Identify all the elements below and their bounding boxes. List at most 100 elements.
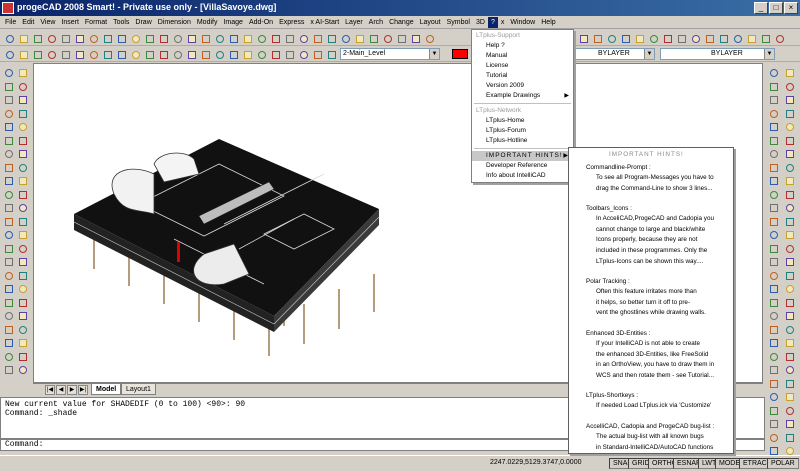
tool-icon[interactable] (17, 189, 29, 201)
tool-icon[interactable] (17, 81, 29, 93)
menu-x-ai-start[interactable]: x AI-Start (307, 17, 342, 28)
tool-icon[interactable] (784, 270, 796, 282)
tool-icon[interactable] (784, 108, 796, 120)
last-tab-button[interactable]: ▶| (78, 385, 88, 395)
layer-combo[interactable]: 2-Main_Level ▼ (340, 48, 440, 60)
tool-icon[interactable] (784, 135, 796, 147)
tool-icon[interactable] (784, 337, 796, 349)
tool-icon[interactable] (675, 32, 687, 44)
close-button[interactable]: × (784, 2, 798, 14)
tool-icon[interactable] (17, 364, 29, 376)
tool-icon[interactable] (577, 32, 589, 44)
tool-icon[interactable] (269, 32, 281, 44)
menu-item-example-drawings[interactable]: Example Drawings ▶ (472, 91, 573, 101)
tool-icon[interactable] (768, 229, 780, 241)
tool-icon[interactable] (17, 67, 29, 79)
tool-icon[interactable] (199, 32, 211, 44)
tool-icon[interactable] (768, 283, 780, 295)
tool-icon[interactable] (619, 32, 631, 44)
hint-heading[interactable]: Toolbars_Icons : (569, 205, 733, 213)
tool-icon[interactable] (325, 48, 337, 60)
menu-tools[interactable]: Tools (110, 17, 132, 28)
tool-icon[interactable] (731, 32, 743, 44)
tool-icon[interactable] (784, 324, 796, 336)
tool-icon[interactable] (17, 48, 29, 60)
menu-item-license[interactable]: License (472, 61, 573, 71)
tool-icon[interactable] (768, 351, 780, 363)
tool-icon[interactable] (17, 351, 29, 363)
tool-icon[interactable] (17, 202, 29, 214)
tool-icon[interactable] (17, 270, 29, 282)
menu-insert[interactable]: Insert (58, 17, 82, 28)
tool-icon[interactable] (3, 297, 15, 309)
tool-icon[interactable] (3, 175, 15, 187)
tool-icon[interactable] (283, 48, 295, 60)
tool-icon[interactable] (784, 351, 796, 363)
menu-item-developer-reference[interactable]: Developer Reference (472, 161, 573, 171)
next-tab-button[interactable]: ▶ (67, 385, 77, 395)
tool-icon[interactable] (768, 243, 780, 255)
menu-x[interactable]: x (498, 17, 508, 28)
tool-icon[interactable] (45, 48, 57, 60)
tool-icon[interactable] (768, 297, 780, 309)
tool-icon[interactable] (101, 32, 113, 44)
tool-icon[interactable] (784, 81, 796, 93)
hint-heading[interactable]: Enhanced 3D-Entities : (569, 330, 733, 338)
tool-icon[interactable] (3, 243, 15, 255)
tool-icon[interactable] (689, 32, 701, 44)
tool-icon[interactable] (227, 48, 239, 60)
tool-icon[interactable] (745, 32, 757, 44)
tool-icon[interactable] (768, 94, 780, 106)
tool-icon[interactable] (3, 270, 15, 282)
menu-file[interactable]: File (2, 17, 19, 28)
lineweight-combo[interactable]: BYLAYER ▼ (660, 48, 775, 60)
tool-icon[interactable] (59, 48, 71, 60)
tool-icon[interactable] (199, 48, 211, 60)
tool-icon[interactable] (213, 48, 225, 60)
tool-icon[interactable] (87, 48, 99, 60)
tool-icon[interactable] (87, 32, 99, 44)
status-toggle-polar[interactable]: POLAR (767, 458, 799, 469)
tool-icon[interactable] (269, 48, 281, 60)
tool-icon[interactable] (3, 202, 15, 214)
tool-icon[interactable] (157, 48, 169, 60)
tool-icon[interactable] (241, 32, 253, 44)
tool-icon[interactable] (17, 310, 29, 322)
tool-icon[interactable] (129, 48, 141, 60)
tab-layout1[interactable]: Layout1 (121, 384, 156, 395)
menu-window[interactable]: Window (507, 17, 538, 28)
tool-icon[interactable] (17, 32, 29, 44)
tool-icon[interactable] (31, 32, 43, 44)
tool-icon[interactable] (101, 48, 113, 60)
tool-icon[interactable] (784, 405, 796, 417)
tool-icon[interactable] (17, 121, 29, 133)
tool-icon[interactable] (3, 121, 15, 133)
tool-icon[interactable] (353, 32, 365, 44)
tool-icon[interactable] (784, 283, 796, 295)
tool-icon[interactable] (3, 216, 15, 228)
tool-icon[interactable] (3, 324, 15, 336)
tool-icon[interactable] (768, 135, 780, 147)
tool-icon[interactable] (325, 32, 337, 44)
menu-3d[interactable]: 3D (473, 17, 488, 28)
menu-view[interactable]: View (37, 17, 58, 28)
tool-icon[interactable] (409, 32, 421, 44)
tool-icon[interactable] (59, 32, 71, 44)
tool-icon[interactable] (784, 432, 796, 444)
tool-icon[interactable] (171, 32, 183, 44)
tool-icon[interactable] (784, 256, 796, 268)
tool-icon[interactable] (367, 32, 379, 44)
tool-icon[interactable] (17, 162, 29, 174)
menu-layer[interactable]: Layer (342, 17, 366, 28)
tool-icon[interactable] (768, 256, 780, 268)
hint-heading[interactable]: AccelliCAD, Cadopia and ProgeCAD bug-lis… (569, 423, 733, 431)
tool-icon[interactable] (31, 48, 43, 60)
menu-arch[interactable]: Arch (366, 17, 386, 28)
tool-icon[interactable] (717, 32, 729, 44)
tool-icon[interactable] (784, 175, 796, 187)
tool-icon[interactable] (3, 351, 15, 363)
tool-icon[interactable] (784, 94, 796, 106)
tool-icon[interactable] (227, 32, 239, 44)
maximize-button[interactable]: □ (769, 2, 783, 14)
tool-icon[interactable] (185, 48, 197, 60)
